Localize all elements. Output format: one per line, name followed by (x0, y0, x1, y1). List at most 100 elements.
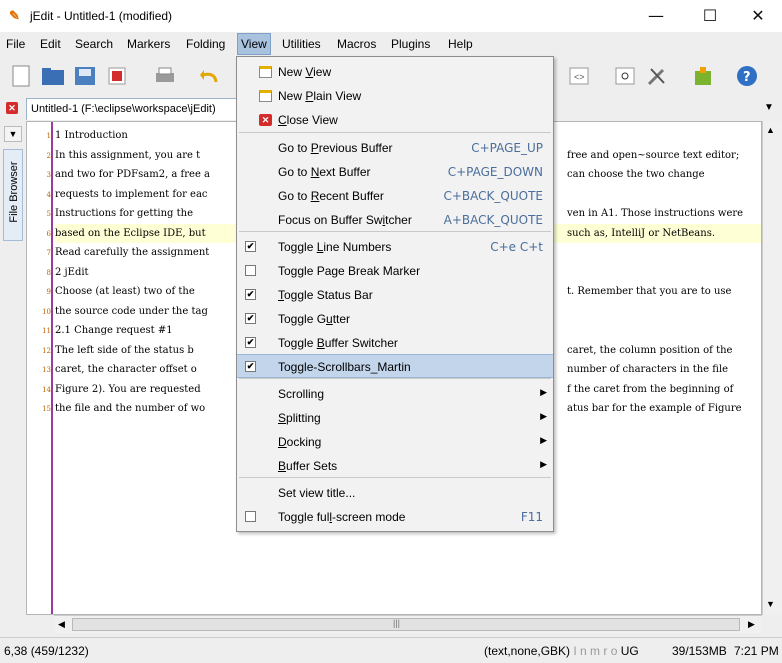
view-menu-item-close-view[interactable]: ✕ Close View (237, 108, 553, 132)
scroll-right-icon[interactable]: ▶ (748, 619, 755, 630)
view-menu-item-focus-on-buffer-switcher[interactable]: Focus on Buffer Switcher A+BACK_QUOTE (237, 208, 553, 232)
view-menu-item-toggle-full-screen-mode[interactable]: Toggle full-screen mode F11 (237, 505, 553, 529)
open-folder-icon[interactable] (40, 63, 66, 89)
buffer-tab[interactable]: Untitled-1 (F:\eclipse\workspace\jEdit) (26, 98, 241, 120)
menu-item-label: Close View (278, 113, 338, 127)
menu-item-shortcut: A+BACK_QUOTE (443, 213, 543, 227)
view-menu-item-toggle-status-bar[interactable]: ✔ Toggle Status Bar (237, 283, 553, 307)
line-number: 11 (42, 327, 51, 335)
text-line-left: Choose (at least) two of the (55, 286, 195, 297)
view-menu-item-toggle-line-numbers[interactable]: ✔ Toggle Line Numbers C+e C+t (237, 235, 553, 259)
menu-file[interactable]: File (6, 36, 25, 52)
view-menu-item-set-view-title[interactable]: Set view title... (237, 481, 553, 505)
text-line-left: the file and the number of wo (55, 403, 206, 414)
memory-status[interactable]: 39/153MB (672, 644, 727, 658)
checkbox-unchecked-icon (245, 511, 256, 522)
menu-plugins[interactable]: Plugins (391, 36, 430, 52)
save-icon[interactable] (72, 63, 98, 89)
menu-help[interactable]: Help (448, 36, 473, 52)
menu-search[interactable]: Search (75, 36, 113, 52)
text-line-left: In this assignment, you are t (55, 149, 201, 161)
print-icon[interactable] (152, 63, 178, 89)
view-menu-item-buffer-sets[interactable]: Buffer Sets ▶ (237, 454, 553, 478)
caret-position[interactable]: 6,38 (459/1232) (4, 644, 89, 658)
view-menu-item-go-to-next-buffer[interactable]: Go to Next Buffer C+PAGE_DOWN (237, 160, 553, 184)
text-line-right: free and open~source text editor; (567, 149, 740, 161)
menu-view[interactable]: View (237, 33, 271, 55)
menu-markers[interactable]: Markers (127, 36, 170, 52)
line-number: 9 (46, 288, 51, 296)
menu-item-label: Toggle Gutter (278, 312, 351, 326)
text-line-left: 1 Introduction (55, 130, 128, 141)
jedit-window: ✎ jEdit - Untitled-1 (modified) — ☐ ✕ Fi… (0, 0, 782, 663)
search-in-buffer-icon[interactable] (612, 63, 638, 89)
menu-separator (239, 132, 551, 133)
horizontal-scroll-thumb[interactable]: ||| (72, 618, 740, 631)
plugin-manager-icon[interactable] (690, 63, 716, 89)
text-line-left: 2 jEdit (55, 266, 89, 278)
horizontal-scrollbar[interactable]: ◀ ||| ▶ (54, 615, 762, 633)
menu-item-label: Go to Previous Buffer (278, 141, 393, 155)
view-menu-item-go-to-previous-buffer[interactable]: Go to Previous Buffer C+PAGE_UP (237, 136, 553, 160)
close-window-button[interactable]: ✕ (738, 4, 778, 28)
buffer-tab-label: Untitled-1 (F:\eclipse\workspace\jEdit) (31, 103, 216, 115)
title-bar: ✎ jEdit - Untitled-1 (modified) — ☐ ✕ (0, 0, 782, 32)
maximize-button[interactable]: ☐ (690, 4, 730, 28)
menu-item-shortcut: C+PAGE_DOWN (447, 165, 543, 179)
view-menu-item-scrolling[interactable]: Scrolling ▶ (237, 382, 553, 406)
checkbox-checked-icon: ✔ (245, 361, 256, 372)
menu-item-label: Focus on Buffer Switcher (278, 213, 412, 227)
menu-macros[interactable]: Macros (337, 36, 376, 52)
close-buffer-icon[interactable] (104, 63, 130, 89)
menu-folding[interactable]: Folding (186, 36, 225, 52)
menu-item-label: Toggle Line Numbers (278, 240, 392, 254)
scroll-up-icon[interactable]: ▲ (766, 125, 775, 135)
menu-item-label: Go to Recent Buffer (278, 189, 384, 203)
menu-utilities[interactable]: Utilities (282, 36, 321, 52)
dock-collapse-icon[interactable]: ▼ (4, 126, 22, 142)
global-options-icon[interactable] (644, 63, 670, 89)
help-icon[interactable]: ? (734, 63, 760, 89)
view-menu-item-toggle-buffer-switcher[interactable]: ✔ Toggle Buffer Switcher (237, 331, 553, 355)
view-menu-item-toggle-scrollbars-martin[interactable]: ✔ Toggle-Scrollbars_Martin (237, 354, 553, 378)
view-menu-item-new-view[interactable]: New View (237, 60, 553, 84)
undo-icon[interactable] (196, 63, 222, 89)
buffer-mode-status[interactable]: (text,none,GBK) I n m r o UG (484, 644, 639, 658)
menu-item-label: Toggle Status Bar (278, 288, 373, 302)
new-view-icon (259, 66, 272, 78)
file-browser-label: File Browser (8, 161, 20, 223)
window-title: jEdit - Untitled-1 (modified) (30, 9, 173, 23)
view-menu-item-toggle-page-break-marker[interactable]: Toggle Page Break Marker (237, 259, 553, 283)
view-menu-item-new-plain-view[interactable]: New Plain View (237, 84, 553, 108)
text-line-left: requests to implement for eac (55, 188, 208, 200)
text-line-right: can choose the two change (567, 169, 705, 180)
minimize-button[interactable]: — (636, 4, 676, 28)
text-line-left: Instructions for getting the (55, 208, 193, 219)
menu-item-label: New Plain View (278, 89, 362, 103)
menu-item-label: Go to Next Buffer (278, 165, 371, 179)
view-menu-item-go-to-recent-buffer[interactable]: Go to Recent Buffer C+BACK_QUOTE (237, 184, 553, 208)
submenu-arrow-icon: ▶ (540, 387, 547, 397)
buffer-options-icon[interactable]: <> (566, 63, 592, 89)
svg-text:<>: <> (574, 72, 585, 82)
scroll-left-icon[interactable]: ◀ (58, 619, 65, 630)
text-line-right: f the caret from the beginning of (567, 383, 734, 395)
scroll-down-icon[interactable]: ▼ (766, 599, 775, 609)
text-line-left: based on the Eclipse IDE, but (55, 227, 206, 239)
line-number: 15 (42, 405, 51, 413)
menu-edit[interactable]: Edit (40, 36, 61, 52)
menu-separator (239, 378, 551, 379)
view-menu-item-docking[interactable]: Docking ▶ (237, 430, 553, 454)
new-file-icon[interactable] (8, 63, 34, 89)
text-line-left: Read carefully the assignment (55, 247, 210, 258)
tab-list-dropdown-icon[interactable]: ▼ (764, 102, 774, 113)
text-line-left: caret, the character offset o (55, 364, 197, 375)
mode-encoding: (text,none,GBK) (484, 644, 571, 658)
file-browser-dock-button[interactable]: File Browser (3, 149, 23, 241)
close-tab-icon[interactable]: ✕ (6, 102, 18, 114)
status-bar: 6,38 (459/1232) (text,none,GBK) I n m r … (0, 637, 782, 663)
vertical-scrollbar[interactable]: ▲ ▼ (762, 121, 782, 615)
view-menu-item-toggle-gutter[interactable]: ✔ Toggle Gutter (237, 307, 553, 331)
view-menu-item-splitting[interactable]: Splitting ▶ (237, 406, 553, 430)
menu-item-label: Splitting (278, 411, 321, 425)
